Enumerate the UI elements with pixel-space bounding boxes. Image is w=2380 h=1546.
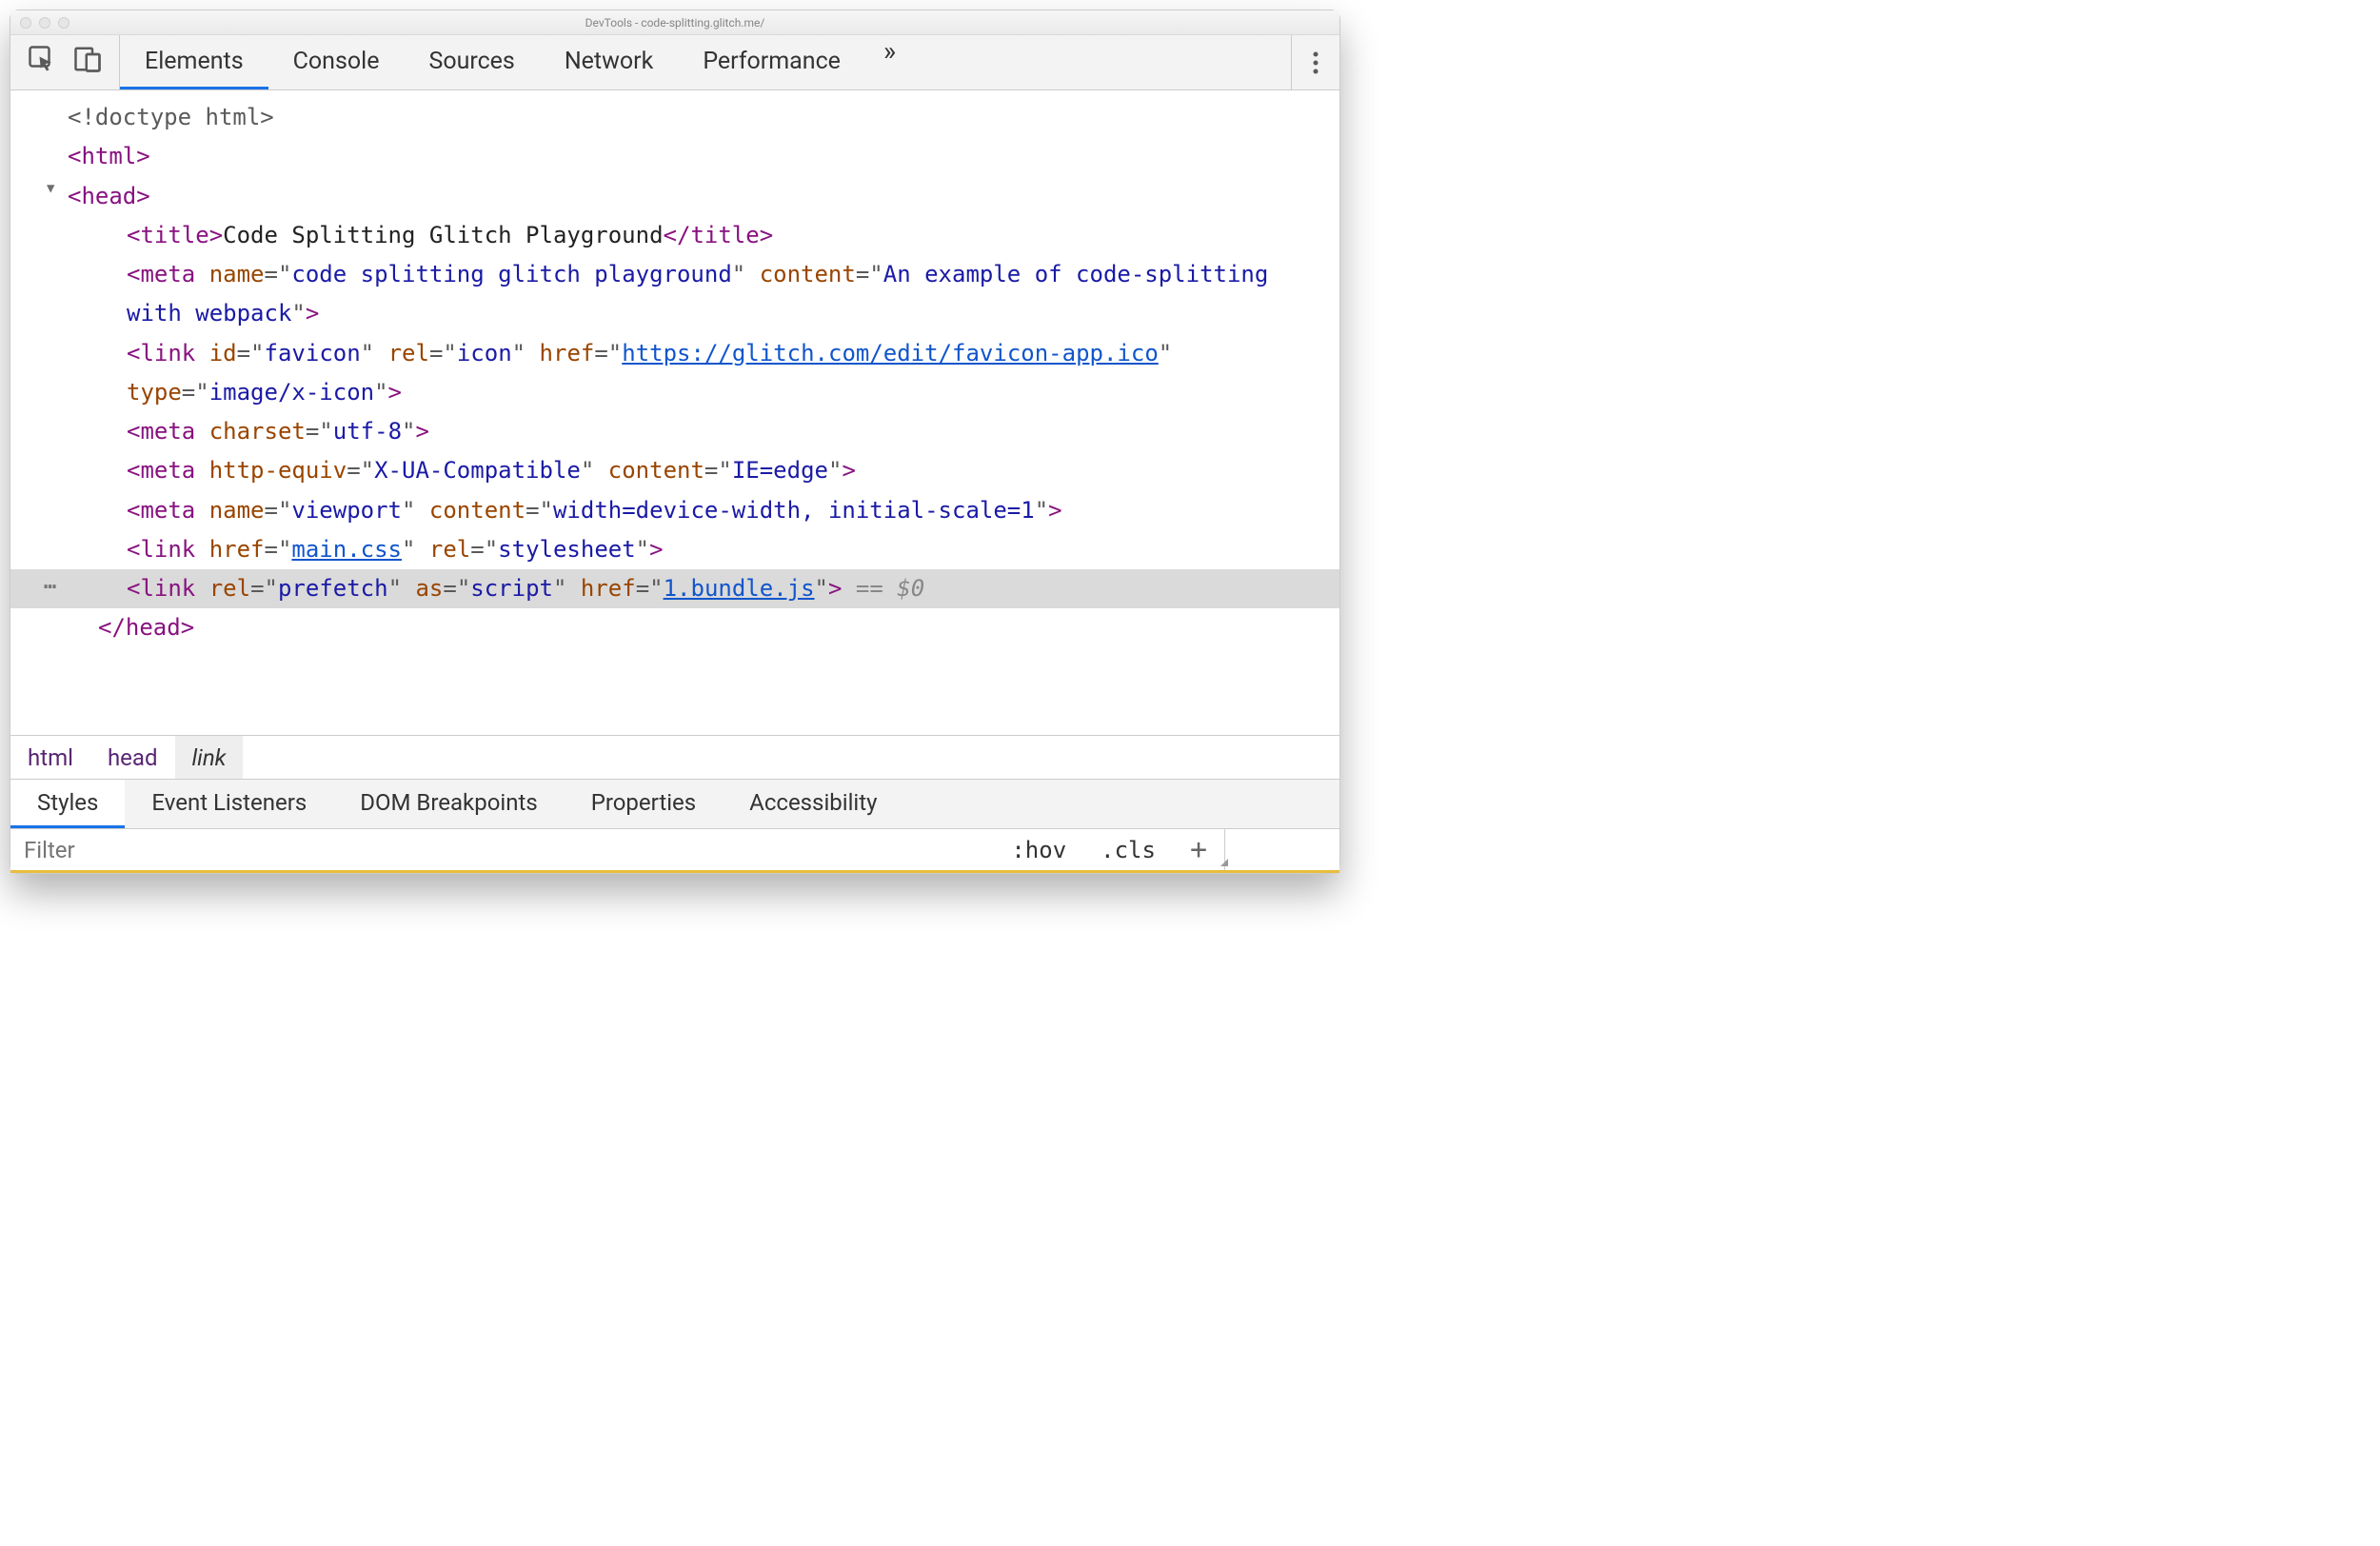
tag-name: link (140, 536, 195, 563)
tag-name: /head (111, 614, 180, 641)
attr-value: icon (457, 340, 512, 367)
tag-name: html (81, 143, 136, 169)
dom-line[interactable]: <link href="main.css" rel="stylesheet"> (10, 530, 1339, 569)
styles-filter-bar: :hov .cls + (10, 829, 1339, 873)
tag-name: meta (140, 457, 195, 484)
cls-button[interactable]: .cls (1083, 829, 1173, 870)
filter-input[interactable] (10, 829, 994, 870)
tag-name: meta (140, 418, 195, 445)
elements-tree[interactable]: <!doctype html> <html> ▼<head> <title>Co… (10, 90, 1339, 736)
attr-value: stylesheet (498, 536, 636, 563)
attr-value: utf-8 (333, 418, 402, 445)
dom-line[interactable]: <title>Code Splitting Glitch Playground<… (10, 216, 1339, 255)
attr-name: http-equiv (209, 457, 347, 484)
tag-name: head (81, 183, 136, 209)
attr-name: name (209, 497, 265, 524)
window-title: DevTools - code-splitting.glitch.me/ (10, 16, 1339, 30)
inspect-icon[interactable] (28, 45, 56, 80)
href-link[interactable]: main.css (291, 536, 402, 563)
hov-button[interactable]: :hov (994, 829, 1083, 870)
tag-name: meta (140, 261, 195, 287)
tag-name: meta (140, 497, 195, 524)
attr-value: favicon (265, 340, 361, 367)
attr-name: charset (209, 418, 306, 445)
dom-line[interactable]: <meta charset="utf-8"> (10, 412, 1339, 451)
tab-performance[interactable]: Performance (678, 35, 865, 89)
subtab-accessibility[interactable]: Accessibility (723, 780, 903, 828)
attr-name: name (209, 261, 265, 287)
dom-line[interactable]: <meta name="code splitting glitch playgr… (10, 255, 1339, 334)
breadcrumb: html head link (10, 736, 1339, 780)
attr-value: viewport (291, 497, 402, 524)
styles-subtabs: Styles Event Listeners DOM Breakpoints P… (10, 780, 1339, 829)
tag-name: link (140, 575, 195, 602)
devtools-toolbar: Elements Console Sources Network Perform… (10, 35, 1339, 90)
settings-menu-icon[interactable] (1291, 35, 1339, 89)
crumb-link[interactable]: link (175, 736, 244, 779)
href-link[interactable]: 1.bundle.js (664, 575, 815, 602)
new-style-rule-button[interactable]: + (1173, 829, 1224, 870)
href-link[interactable]: https://glitch.com/edit/favicon-app.ico (622, 340, 1159, 367)
doctype-text: <!doctype html> (68, 104, 274, 130)
attr-name: content (608, 457, 704, 484)
dom-line[interactable]: <!doctype html> (10, 98, 1339, 137)
device-toggle-icon[interactable] (73, 45, 102, 80)
attr-value: code splitting glitch playground (291, 261, 731, 287)
dom-line[interactable]: ▼<head> (10, 177, 1339, 216)
title-text: Code Splitting Glitch Playground (223, 222, 663, 248)
expand-toggle-icon[interactable]: ▼ (47, 177, 54, 200)
crumb-head[interactable]: head (90, 736, 175, 779)
toolbar-icons (10, 35, 120, 89)
selection-marker: == $0 (842, 575, 924, 602)
subtab-dom-breakpoints[interactable]: DOM Breakpoints (333, 780, 564, 828)
subtab-styles[interactable]: Styles (10, 780, 125, 828)
dom-line[interactable]: <meta http-equiv="X-UA-Compatible" conte… (10, 451, 1339, 490)
dom-line-selected[interactable]: <link rel="prefetch" as="script" href="1… (10, 569, 1339, 608)
subtab-event-listeners[interactable]: Event Listeners (125, 780, 333, 828)
attr-name: content (429, 497, 526, 524)
subtab-properties[interactable]: Properties (565, 780, 723, 828)
tag-name: link (140, 340, 195, 367)
tab-network[interactable]: Network (540, 35, 678, 89)
crumb-html[interactable]: html (10, 736, 90, 779)
attr-value: prefetch (278, 575, 388, 602)
attr-name: content (760, 261, 856, 287)
tag-name: title (140, 222, 208, 248)
dom-line[interactable]: <meta name="viewport" content="width=dev… (10, 491, 1339, 530)
attr-value: script (470, 575, 553, 602)
dom-line[interactable]: </head> (10, 608, 1339, 647)
attr-value: X-UA-Compatible (374, 457, 581, 484)
attr-value: width=device-width, initial-scale=1 (553, 497, 1035, 524)
dom-line[interactable]: <link id="favicon" rel="icon" href="http… (10, 334, 1339, 413)
box-model-preview (1225, 829, 1339, 870)
tab-sources[interactable]: Sources (404, 35, 539, 89)
tab-elements[interactable]: Elements (120, 35, 268, 89)
tab-console[interactable]: Console (268, 35, 405, 89)
panel-tabs: Elements Console Sources Network Perform… (120, 35, 1291, 89)
attr-value: image/x-icon (209, 379, 374, 406)
attr-value: IE=edge (732, 457, 828, 484)
window-titlebar: DevTools - code-splitting.glitch.me/ (10, 10, 1339, 35)
more-tabs-icon[interactable]: » (865, 35, 913, 89)
dom-line[interactable]: <html> (10, 137, 1339, 176)
tag-name: title (690, 222, 759, 248)
